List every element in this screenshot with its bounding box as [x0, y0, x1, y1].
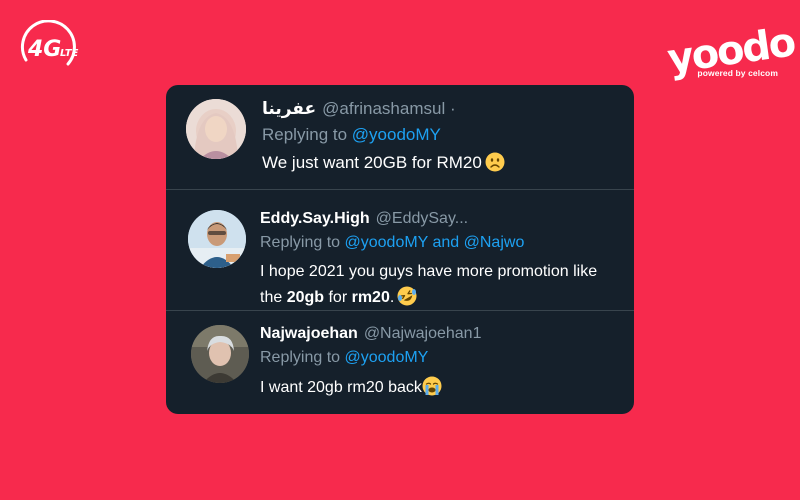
display-name[interactable]: عفرينا: [262, 99, 316, 118]
tweet-text-part: .: [389, 289, 395, 306]
reply-prefix: Replying to: [262, 125, 348, 144]
display-name[interactable]: Eddy.Say.High: [260, 210, 370, 227]
mention-link[interactable]: @yoodoMY: [352, 125, 441, 144]
reply-prefix: Replying to: [260, 234, 341, 251]
loudly-crying-icon: [422, 376, 442, 396]
user-handle[interactable]: @EddySay...: [376, 210, 468, 227]
display-name[interactable]: Najwajoehan: [260, 325, 358, 342]
frowning-face-icon: [485, 152, 505, 172]
avatar[interactable]: [186, 99, 246, 159]
rolling-laughing-icon: [397, 286, 417, 306]
svg-text:4G: 4G: [27, 37, 61, 62]
yoodo-logo: yoodo powered by celcom: [665, 18, 797, 98]
tweet-text: I hope 2021 you guys have more promotion…: [260, 259, 620, 311]
reply-prefix: Replying to: [260, 349, 341, 366]
avatar[interactable]: [191, 325, 249, 383]
tweet-item[interactable]: Najwajoehan @Najwajoehan1 Replying to @yo…: [166, 311, 634, 414]
mention-link[interactable]: @yoodoMY: [345, 349, 429, 366]
svg-text:LTE: LTE: [60, 48, 79, 59]
tweet-text-content: I want 20gb rm20 back: [260, 379, 422, 396]
avatar[interactable]: [188, 210, 246, 268]
tweet-item[interactable]: عفرينا @afrinashamsul · Replying to @yood…: [166, 85, 634, 189]
reply-context: Replying to @yoodoMY: [262, 123, 505, 147]
mention-link[interactable]: @yoodoMY and @Najwo: [345, 234, 525, 251]
tweet-text-part: for: [324, 289, 352, 306]
user-handle[interactable]: @Najwajoehan1: [364, 325, 482, 342]
tweet-text: I want 20gb rm20 back: [260, 375, 481, 401]
tweet-text-content: We just want 20GB for RM20: [262, 153, 482, 172]
reply-context: Replying to @yoodoMY and @Najwo: [260, 231, 620, 255]
tweet-text: We just want 20GB for RM20: [262, 150, 505, 176]
user-handle[interactable]: @afrinashamsul ·: [322, 99, 455, 118]
tweet-text-bold: rm20: [351, 289, 390, 306]
tweet-card: عفرينا @afrinashamsul · Replying to @yood…: [166, 85, 634, 414]
4g-lte-logo: 4G LTE: [16, 20, 90, 72]
tweet-text-bold: 20gb: [286, 289, 325, 306]
tweet-item[interactable]: Eddy.Say.High @EddySay... Replying to @yo…: [166, 190, 634, 310]
reply-context: Replying to @yoodoMY: [260, 346, 481, 370]
